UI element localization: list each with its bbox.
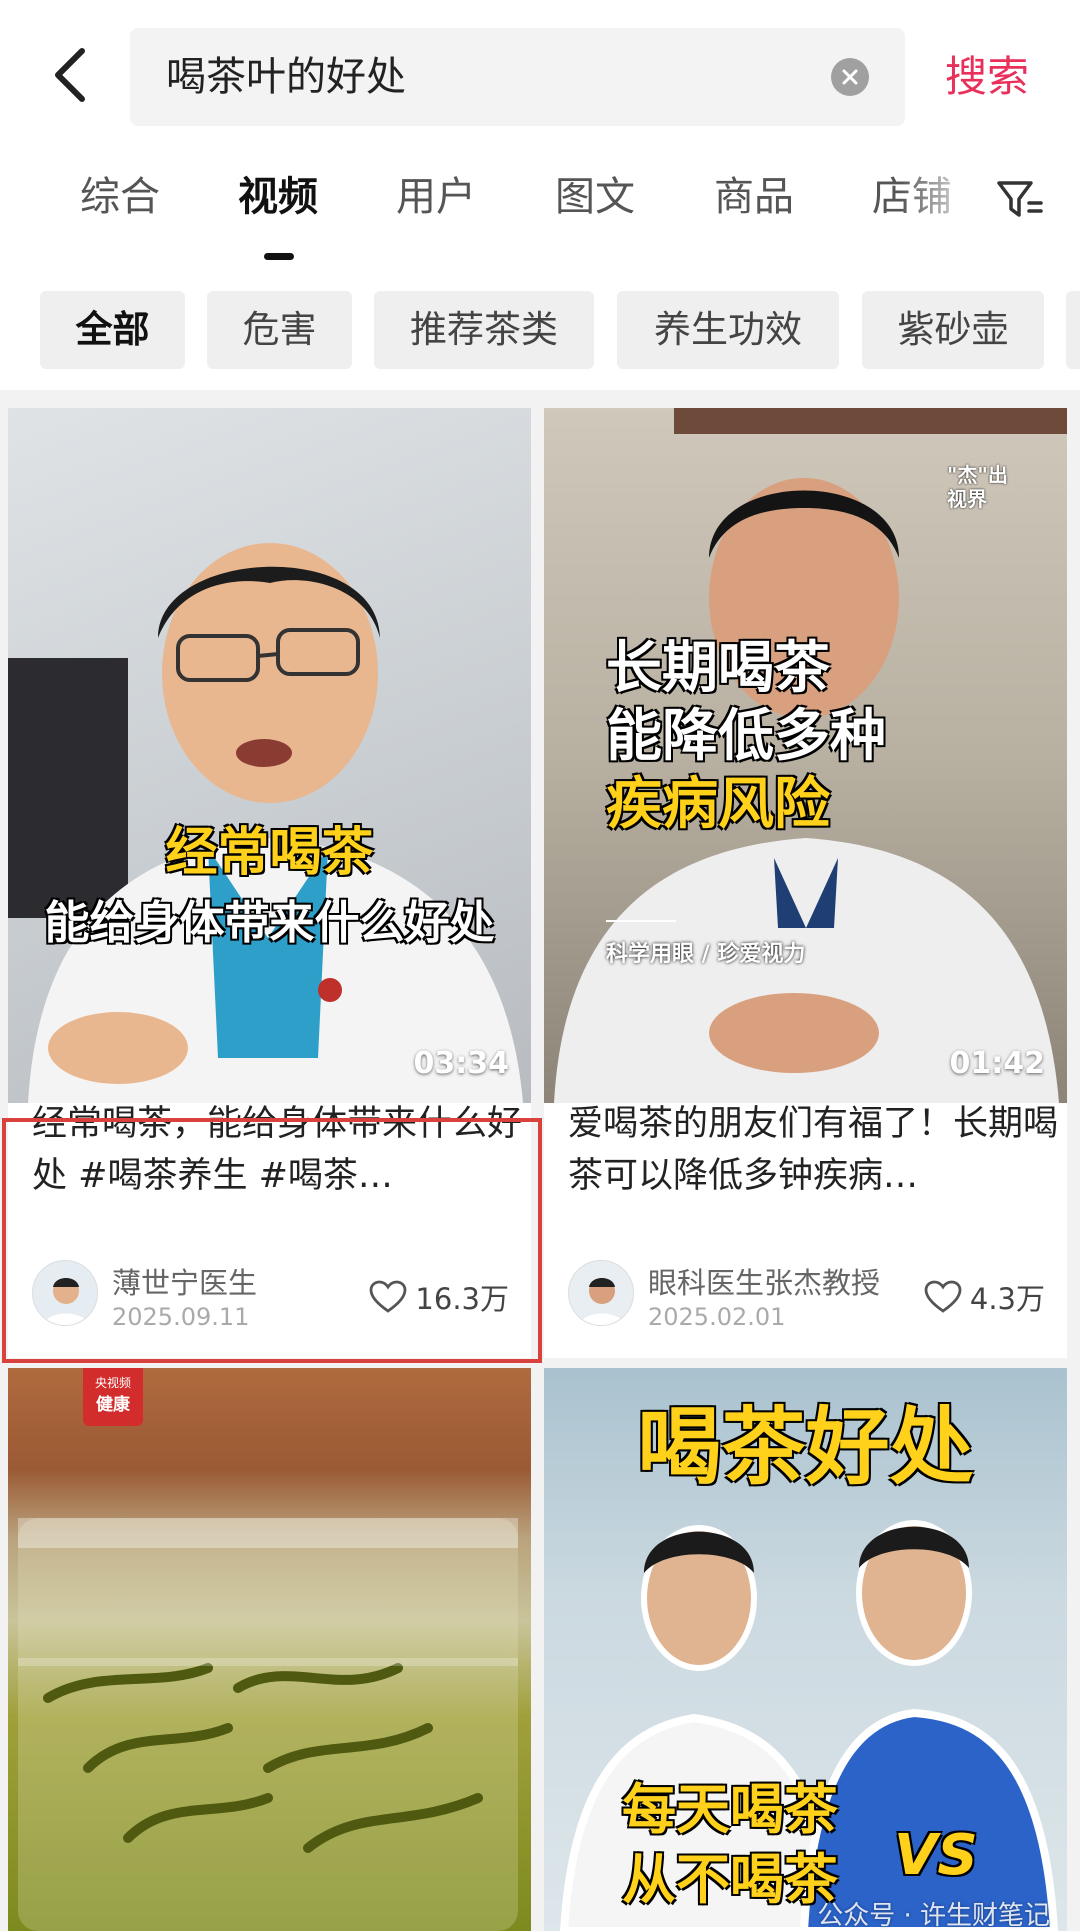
chip-more-partial[interactable]: [1066, 291, 1080, 369]
video-overlay-line-never: 从不喝茶: [622, 1848, 838, 1911]
video-caption: 科学用眼 / 珍爱视力: [606, 942, 806, 967]
tea-glass-illustration: [18, 1518, 518, 1931]
video-card[interactable]: 经常喝茶 能给身体带来什么好处 03:34 经常喝茶，能给身体带来什么好处 #喝…: [8, 408, 531, 1358]
avatar[interactable]: [568, 1260, 634, 1326]
publish-date: 2025.02.01: [648, 1303, 786, 1331]
back-button[interactable]: [40, 40, 100, 110]
video-thumbnail[interactable]: "杰"出视界 长期喝茶 能降低多种 疾病风险 科学用眼 / 珍爱视力 01:42: [544, 408, 1067, 1103]
like-count-value: 4.3万: [969, 1282, 1045, 1316]
search-submit-button[interactable]: 搜索: [945, 40, 1029, 114]
cctv-health-badge: 央视频 健康: [83, 1368, 143, 1426]
video-overlay-subline: 能给身体带来什么好处: [44, 896, 495, 949]
author-name[interactable]: 薄世宁医生: [112, 1260, 257, 1302]
video-card[interactable]: 央视频 健康: [8, 1368, 531, 1931]
active-tab-indicator: [264, 253, 294, 260]
like-count[interactable]: 16.3万: [369, 1276, 509, 1318]
chevron-left-icon: [55, 48, 85, 102]
filter-chips: 全部 危害 推荐茶类 养生功效 紫砂壶: [0, 265, 1080, 390]
video-title[interactable]: 经常喝茶，能给身体带来什么好处 #喝茶养生 #喝茶…: [32, 1098, 522, 1202]
chip-zisha-teapot[interactable]: 紫砂壶: [862, 291, 1044, 369]
video-thumbnail[interactable]: 央视频 健康: [8, 1368, 531, 1931]
video-overlay-headline: 长期喝茶: [606, 636, 830, 701]
video-overlay-headline: 经常喝茶: [165, 823, 374, 883]
video-thumbnail[interactable]: 经常喝茶 能给身体带来什么好处 03:34: [8, 408, 531, 1103]
doctor-illustration: [8, 543, 523, 1103]
close-icon: [842, 69, 858, 85]
versus-label: VS: [894, 1823, 978, 1888]
video-thumbnail[interactable]: 喝茶好处 每天喝茶 从不喝茶 VS: [544, 1368, 1067, 1931]
heart-icon: [370, 1280, 407, 1313]
avatar[interactable]: [32, 1260, 98, 1326]
video-overlay-line-daily: 每天喝茶: [622, 1778, 838, 1841]
chip-health-benefits[interactable]: 养生功效: [617, 291, 839, 369]
chip-all[interactable]: 全部: [40, 291, 185, 369]
tabs-fade: [900, 155, 980, 245]
result-type-tabs: 综合 视频 用户 图文 商品 店铺: [0, 145, 1080, 265]
search-box[interactable]: 喝茶叶的好处: [130, 28, 905, 126]
tab-comprehensive[interactable]: 综合: [80, 167, 160, 227]
publish-date: 2025.09.11: [112, 1303, 250, 1331]
tab-video[interactable]: 视频: [238, 167, 318, 227]
author-name[interactable]: 眼科医生张杰教授: [648, 1260, 880, 1302]
badge-top-label: 央视频: [94, 1376, 131, 1390]
channel-logo: "杰"出视界: [947, 463, 1008, 511]
tab-image-text[interactable]: 图文: [555, 167, 635, 227]
heart-icon: [924, 1280, 962, 1313]
watermark: 公众号 · 许生财笔记: [817, 1901, 1050, 1931]
like-count[interactable]: 4.3万: [924, 1276, 1045, 1318]
filter-button[interactable]: [995, 175, 1045, 225]
chip-recommended-tea[interactable]: 推荐茶类: [374, 291, 594, 369]
video-overlay-subline: 能降低多种: [606, 704, 886, 769]
search-input[interactable]: 喝茶叶的好处: [166, 28, 406, 126]
author-avatar-image: [33, 1261, 97, 1325]
video-card[interactable]: 喝茶好处 每天喝茶 从不喝茶 VS: [544, 1368, 1067, 1931]
video-overlay-headline: 喝茶好处: [637, 1398, 974, 1496]
video-duration: 03:34: [413, 1046, 510, 1081]
clear-search-button[interactable]: [831, 58, 869, 96]
video-title[interactable]: 爱喝茶的朋友们有福了！长期喝茶可以降低多钟疾病…: [568, 1098, 1058, 1202]
chip-harm[interactable]: 危害: [207, 291, 352, 369]
search-header: 喝茶叶的好处 搜索: [0, 0, 1080, 145]
video-overlay-highlight: 疾病风险: [606, 772, 830, 837]
filter-icon: [997, 181, 1043, 217]
tab-users[interactable]: 用户: [396, 167, 476, 227]
video-duration: 01:42: [949, 1046, 1046, 1081]
overlay-divider: [606, 920, 676, 922]
video-card[interactable]: "杰"出视界 长期喝茶 能降低多种 疾病风险 科学用眼 / 珍爱视力 01:42…: [544, 408, 1067, 1358]
tab-products[interactable]: 商品: [714, 167, 794, 227]
author-avatar-image: [569, 1261, 633, 1325]
like-count-value: 16.3万: [415, 1282, 509, 1316]
badge-bottom-label: 健康: [96, 1395, 130, 1415]
